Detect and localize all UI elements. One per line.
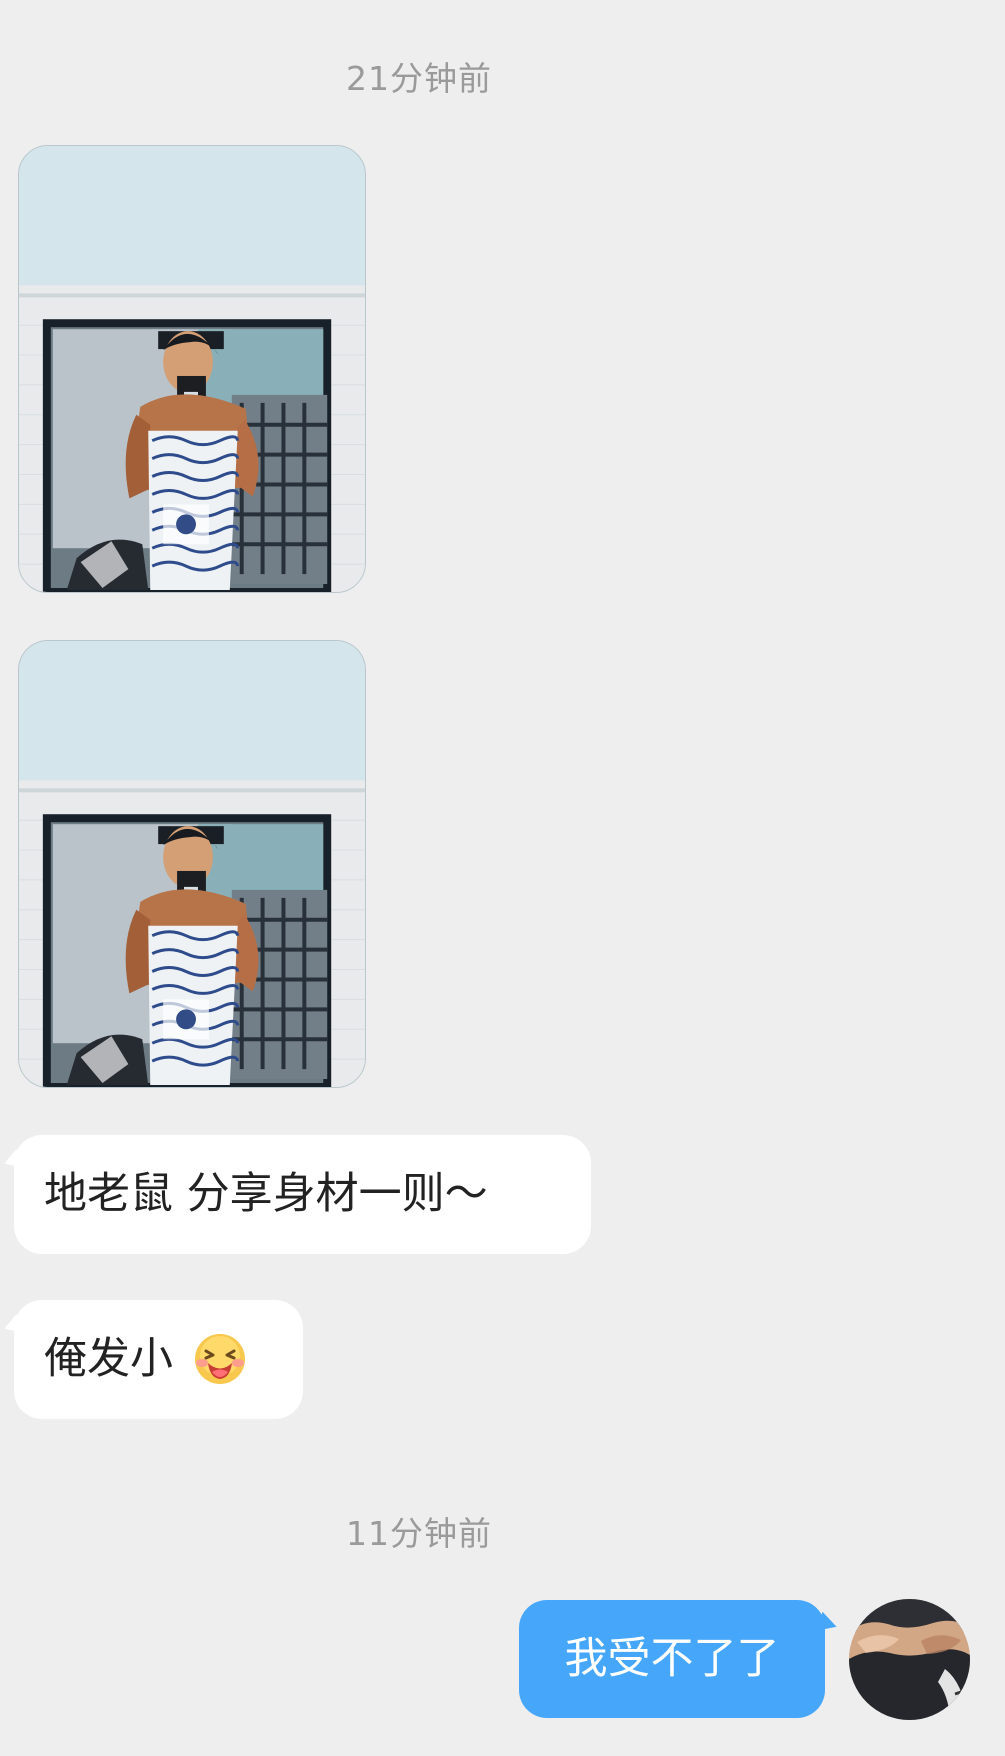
avatar-photo <box>849 1599 970 1720</box>
message-text: 我受不了了 <box>564 1633 780 1684</box>
mirror-selfie-image <box>19 641 365 1087</box>
time-divider-11min: 11分钟前 <box>346 1514 492 1553</box>
time-divider-21min: 21分钟前 <box>346 59 492 98</box>
photo-message-2[interactable] <box>18 640 366 1088</box>
message-text: 俺发小 <box>44 1334 173 1384</box>
user-avatar[interactable] <box>849 1599 970 1720</box>
incoming-text-message-1[interactable]: 地老鼠 分享身材一则～ <box>14 1135 591 1254</box>
outgoing-text-message[interactable]: 我受不了了 <box>519 1600 825 1718</box>
laughing-crying-face-icon <box>195 1333 245 1384</box>
photo-message-1[interactable] <box>18 145 366 593</box>
mirror-selfie-image <box>19 146 365 592</box>
message-text: 地老鼠 分享身材一则～ <box>44 1169 488 1219</box>
incoming-text-message-2[interactable]: 俺发小 <box>14 1300 303 1419</box>
